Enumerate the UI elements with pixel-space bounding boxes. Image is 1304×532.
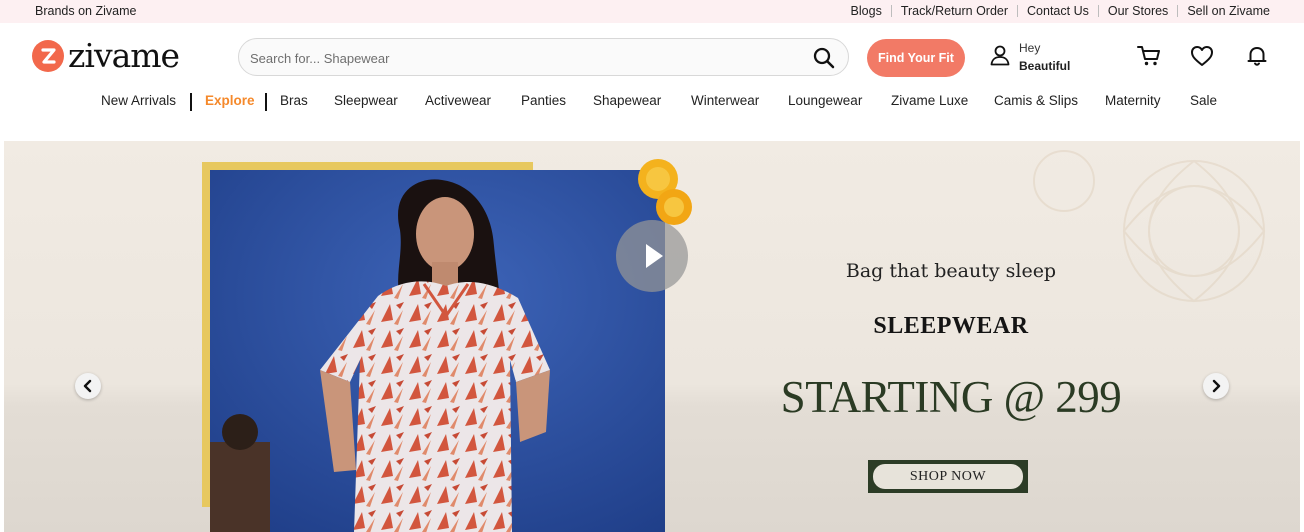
nav-panties[interactable]: Panties (521, 93, 566, 108)
model-photo (210, 170, 665, 532)
hero-banner[interactable]: Bag that beauty sleep SLEEPWEAR STARTING… (4, 141, 1300, 532)
carousel-next-button[interactable] (1203, 373, 1229, 399)
nav-winterwear[interactable]: Winterwear (691, 93, 759, 108)
nav-divider (265, 93, 267, 111)
zivame-logo[interactable]: zivame (32, 36, 180, 75)
promo-price: STARTING @ 299 (780, 372, 1122, 422)
nav-new-arrivals[interactable]: New Arrivals (101, 93, 176, 108)
nav-divider (190, 93, 192, 111)
account-name: Beautiful (1019, 59, 1071, 73)
nav-activewear[interactable]: Activewear (425, 93, 491, 108)
nav-sale[interactable]: Sale (1190, 93, 1217, 108)
site-header: zivame Find Your Fit Hey Beautiful (0, 23, 1304, 141)
logo-text: zivame (68, 36, 180, 75)
cart-icon[interactable] (1136, 43, 1162, 69)
our-stores-link[interactable]: Our Stores (1108, 4, 1168, 18)
nav-shapewear[interactable]: Shapewear (593, 93, 661, 108)
account-text: Hey Beautiful (1019, 39, 1070, 75)
divider (890, 5, 892, 17)
top-links: Blogs Track/Return Order Contact Us Our … (851, 4, 1270, 18)
logo-mark-icon (32, 40, 64, 72)
shop-now-button[interactable]: SHOP NOW (868, 460, 1028, 493)
nav-zivame-luxe[interactable]: Zivame Luxe (891, 93, 968, 108)
category-nav: New Arrivals Explore Bras Sleepwear Acti… (0, 93, 1304, 113)
blogs-link[interactable]: Blogs (851, 4, 882, 18)
promo-subtitle: Bag that beauty sleep (845, 260, 1057, 282)
brands-on-zivame-link[interactable]: Brands on Zivame (35, 4, 136, 18)
search-icon[interactable] (812, 46, 836, 70)
search-input[interactable] (250, 48, 790, 68)
heart-icon[interactable] (1189, 43, 1215, 69)
contact-us-link[interactable]: Contact Us (1027, 4, 1089, 18)
track-return-order-link[interactable]: Track/Return Order (901, 4, 1008, 18)
nav-explore[interactable]: Explore (205, 93, 255, 108)
top-strip: Brands on Zivame Blogs Track/Return Orde… (0, 0, 1304, 23)
divider (1177, 5, 1179, 17)
shop-now-label: SHOP NOW (873, 464, 1023, 489)
sell-on-zivame-link[interactable]: Sell on Zivame (1187, 4, 1270, 18)
bell-icon[interactable] (1244, 43, 1270, 69)
nav-bras[interactable]: Bras (280, 93, 308, 108)
chevron-right-icon (1212, 379, 1221, 393)
find-your-fit-button[interactable]: Find Your Fit (867, 39, 965, 77)
account-button[interactable]: Hey Beautiful (989, 39, 1070, 75)
promo-title: SLEEPWEAR (873, 313, 1029, 339)
divider (1097, 5, 1099, 17)
search-bar (238, 38, 849, 76)
user-icon (989, 44, 1011, 71)
nav-camis-slips[interactable]: Camis & Slips (994, 93, 1078, 108)
nav-maternity[interactable]: Maternity (1105, 93, 1161, 108)
account-greeting: Hey (1019, 41, 1041, 55)
nav-loungewear[interactable]: Loungewear (788, 93, 862, 108)
carousel-prev-button[interactable] (75, 373, 101, 399)
chevron-left-icon (83, 379, 92, 393)
marigold-decoration (638, 159, 692, 225)
divider (1017, 5, 1019, 17)
nav-sleepwear[interactable]: Sleepwear (334, 93, 398, 108)
